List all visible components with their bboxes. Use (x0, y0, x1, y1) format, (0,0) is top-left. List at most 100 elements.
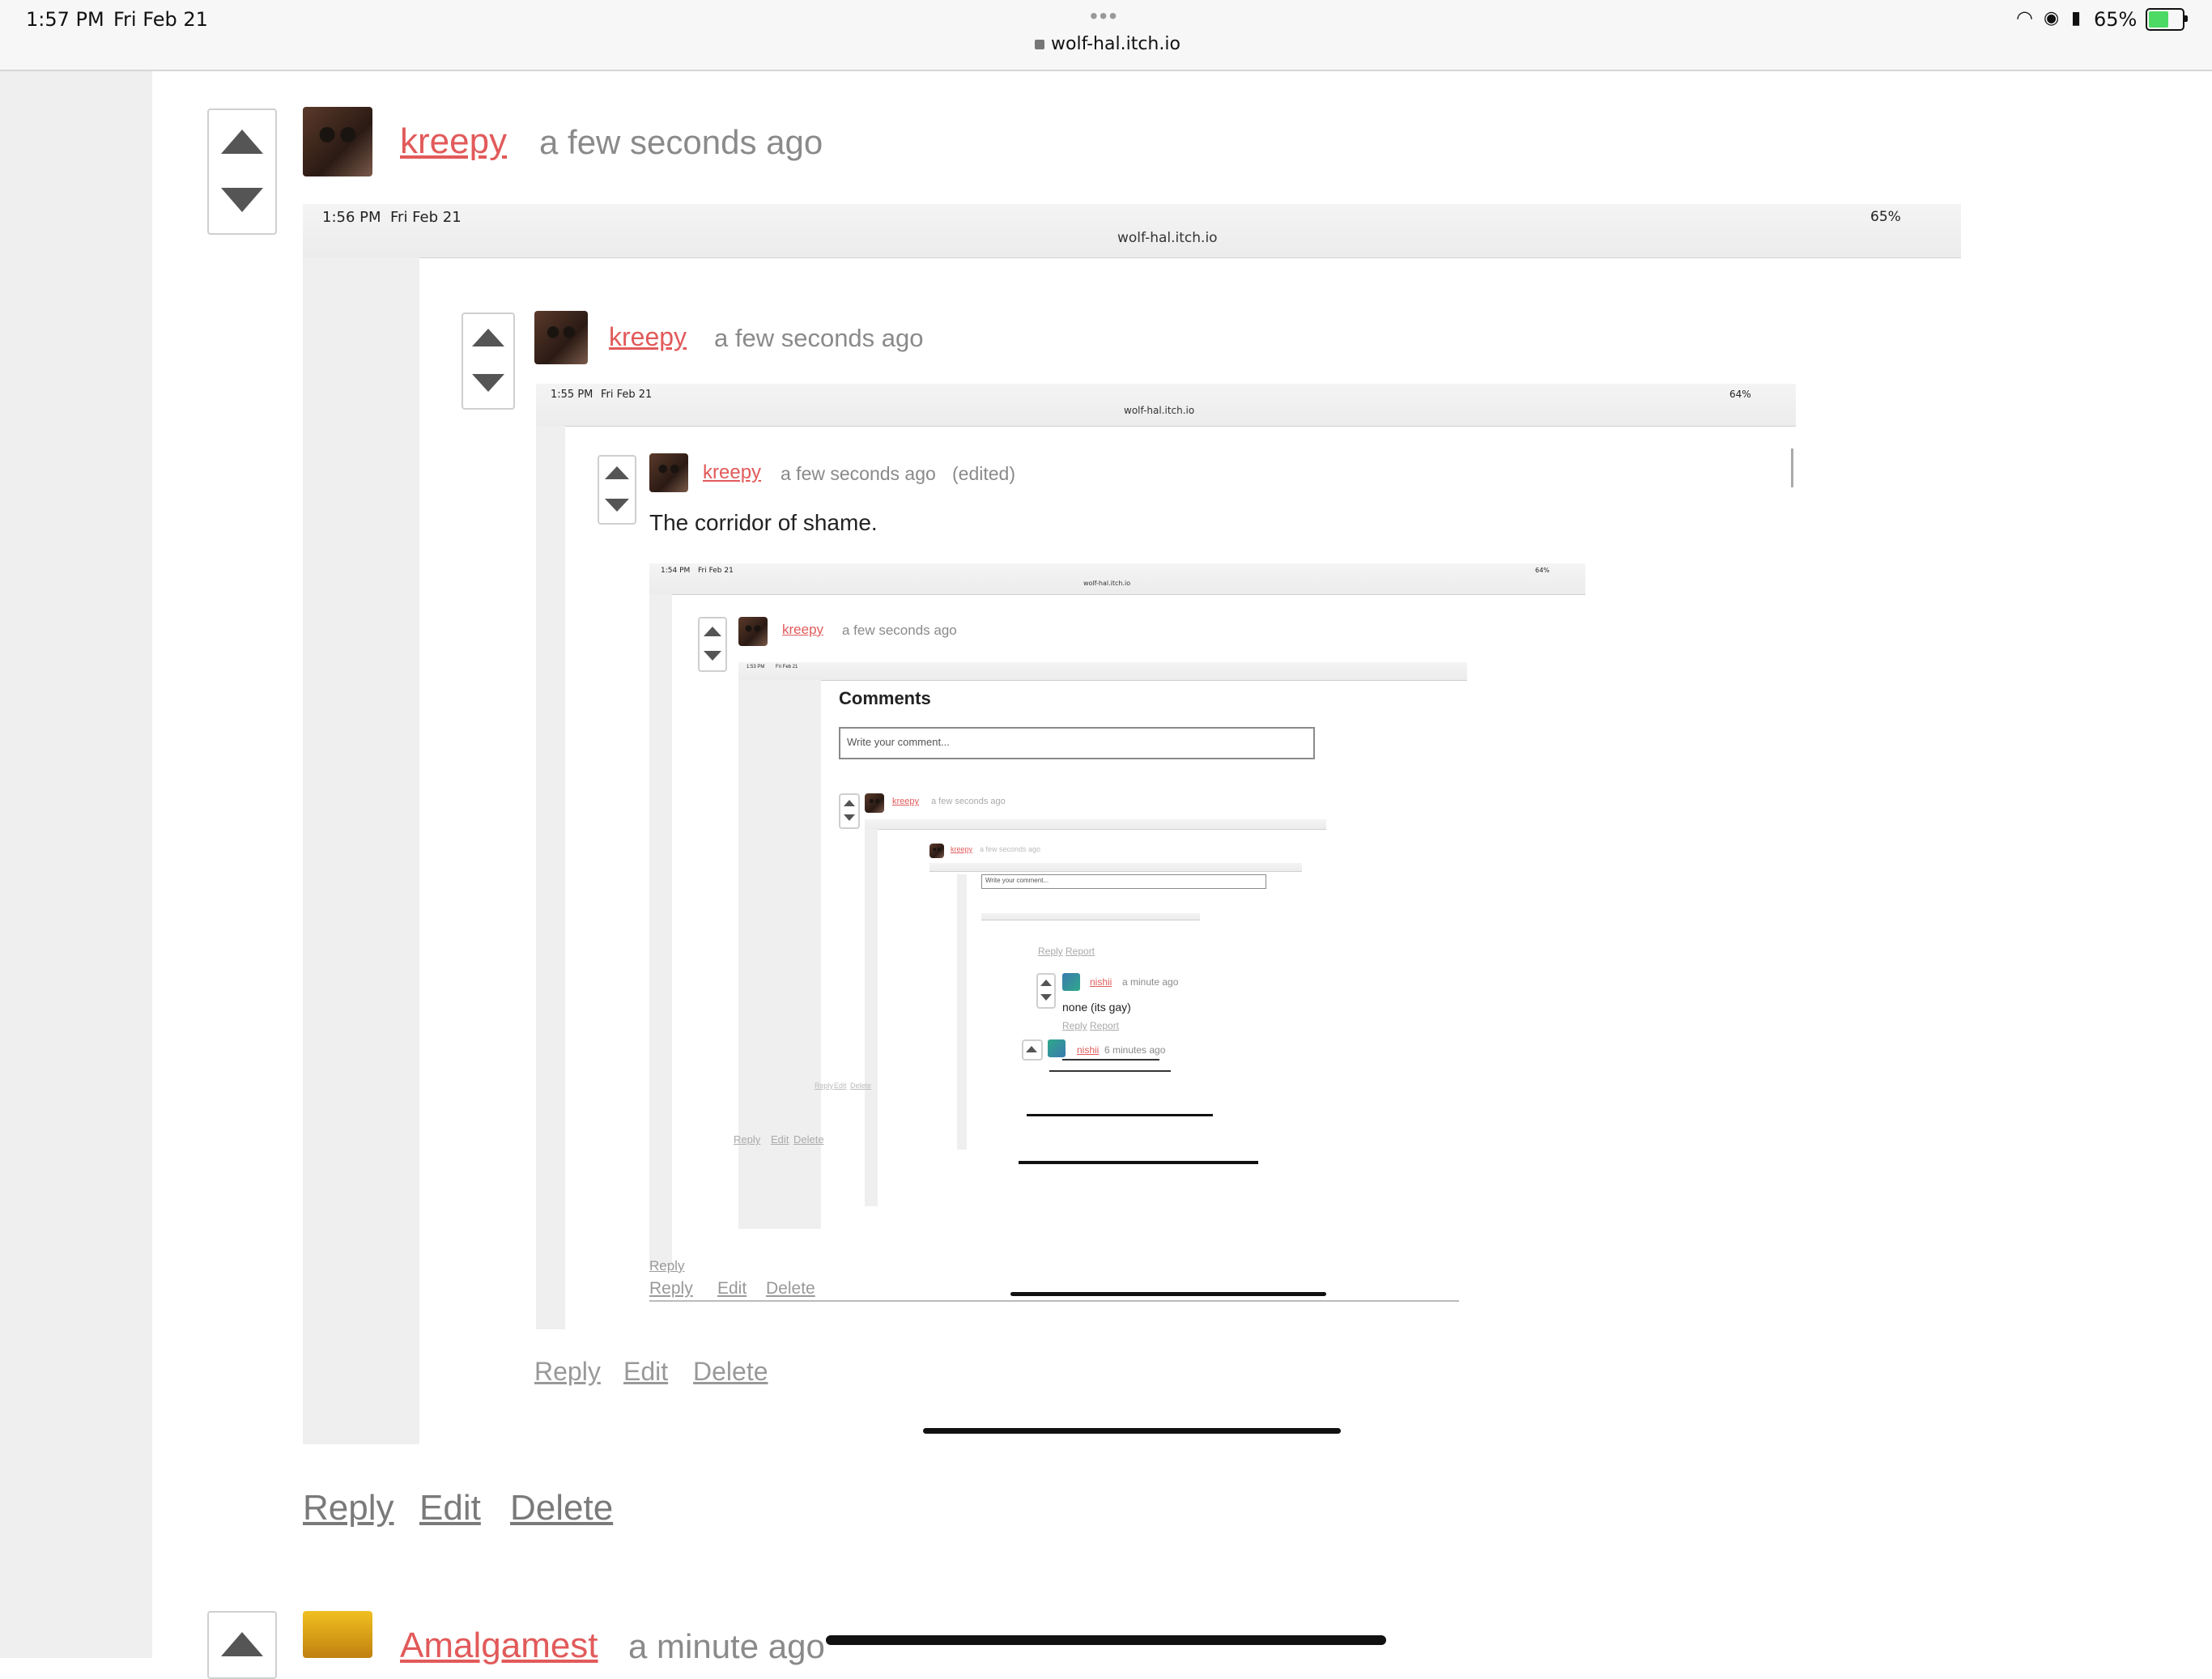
screenshot-time-ago: a few seconds ago (931, 797, 1006, 806)
downvote-icon[interactable] (221, 188, 263, 212)
status-bar: 1:57 PM Fri Feb 21 ••• wolf-hal.itch.io … (0, 0, 2212, 71)
reply-link: Reply (734, 1133, 761, 1146)
screenshot-battery: 64% (1535, 567, 1550, 574)
screenshot-time: 1:55 PM (551, 389, 593, 401)
url-bar[interactable]: wolf-hal.itch.io (1035, 34, 1180, 54)
vote-box (598, 455, 636, 525)
screenshot-battery: 65% (1870, 209, 1901, 225)
divider (649, 1300, 1459, 1302)
screenshot-date: Fri Feb 21 (698, 567, 734, 575)
screenshot-sidebar (536, 426, 565, 1329)
upvote-icon[interactable] (221, 1632, 263, 1656)
reply-link: Reply (815, 1082, 834, 1090)
upvote-icon[interactable] (221, 130, 263, 154)
avatar[interactable] (303, 107, 372, 176)
screenshot-status-bar: 1:55 PM Fri Feb 21 wolf-hal.itch.io 64% (536, 384, 1796, 427)
screenshot-username: kreepy (951, 845, 973, 853)
screenshot-sidebar (649, 594, 672, 1266)
screenshot-time-ago: a few seconds ago (781, 463, 936, 484)
screenshot-status-bar (865, 819, 1326, 830)
home-indicator (1027, 1114, 1213, 1116)
screenshot-username: kreepy (609, 322, 687, 351)
avatar[interactable] (303, 1611, 372, 1658)
avatar (534, 311, 588, 364)
downvote-icon (1040, 994, 1052, 1001)
reply-link: Reply (649, 1258, 685, 1273)
comment-body: none (its gay) (1062, 1001, 1131, 1014)
home-indicator (1019, 1161, 1258, 1164)
edit-link[interactable]: Edit (419, 1488, 481, 1528)
battery-percent: 65% (2094, 8, 2138, 31)
screenshot-time: 1:56 PM (322, 209, 381, 226)
report-link: Report (1090, 1020, 1120, 1031)
screenshot-status-bar: 1:53 PM Fri Feb 21 (738, 662, 1467, 681)
screenshot-sidebar (957, 874, 967, 1150)
comment-body: The corridor of shame. (649, 510, 878, 535)
comment-screenshot-2: 1:55 PM Fri Feb 21 wolf-hal.itch.io 64% … (536, 384, 1796, 1329)
status-lock-icon: ▮ (2071, 8, 2082, 28)
report-link: Report (1066, 946, 1095, 957)
url-text: wolf-hal.itch.io (1051, 34, 1180, 54)
left-sidebar (0, 71, 152, 1658)
wifi-icon: ◠ (2016, 6, 2033, 29)
comment-input: Write your comment... (839, 727, 1315, 759)
vote-box (839, 793, 860, 829)
avatar (649, 453, 688, 492)
edit-link: Edit (623, 1357, 669, 1386)
screenshot-url: wolf-hal.itch.io (1124, 405, 1195, 416)
screenshot-sidebar (303, 257, 419, 1444)
comment-username[interactable]: Amalgamest (400, 1626, 598, 1666)
delete-link[interactable]: Delete (510, 1488, 613, 1528)
screenshot-url: wolf-hal.itch.io (1083, 580, 1131, 587)
screenshot-time-ago: a minute ago (1122, 976, 1179, 988)
screenshot-sidebar (738, 680, 821, 1229)
edit-link: Edit (771, 1133, 789, 1146)
screenshot-time: 1:54 PM (661, 567, 691, 575)
edit-link: Edit (834, 1082, 847, 1090)
reply-link[interactable]: Reply (303, 1488, 394, 1528)
screenshot-username: nishii (1090, 976, 1112, 988)
vote-box (207, 1611, 277, 1679)
screenshot-username: nishii (1077, 1044, 1100, 1056)
reply-link: Reply (1062, 1020, 1087, 1031)
upvote-icon (472, 329, 504, 346)
comment-username[interactable]: kreepy (400, 121, 507, 162)
comment-time: a few seconds ago (539, 123, 823, 161)
upvote-icon (844, 800, 855, 806)
delete-link: Delete (766, 1279, 815, 1298)
comment-input: Write your comment... (981, 874, 1266, 889)
screenshot-username: kreepy (782, 622, 824, 637)
reply-link: Reply (649, 1279, 693, 1298)
browser-menu-dots[interactable]: ••• (1090, 3, 1118, 29)
delete-link: Delete (850, 1082, 872, 1090)
avatar (929, 844, 944, 858)
avatar (1062, 973, 1080, 991)
screenshot-status-bar: 1:54 PM Fri Feb 21 wolf-hal.itch.io 64% (649, 563, 1585, 595)
vote-box (462, 312, 515, 410)
upvote-icon (605, 466, 629, 479)
screenshot-sidebar (865, 829, 878, 1206)
upvote-icon (704, 627, 721, 636)
comment-screenshot-3: 1:54 PM Fri Feb 21 wolf-hal.itch.io 64% … (649, 563, 1585, 1273)
comments-heading: Comments (839, 688, 931, 708)
vote-box (1036, 973, 1056, 1009)
avatar (1048, 1039, 1066, 1057)
avatar (865, 793, 884, 813)
home-indicator (923, 1428, 1341, 1434)
vote-box (698, 617, 727, 672)
status-time: 1:57 PM (26, 8, 104, 31)
comment-time: a minute ago (628, 1627, 825, 1665)
screenshot-username: kreepy (703, 461, 762, 483)
delete-link: Delete (693, 1357, 768, 1386)
home-indicator[interactable] (826, 1635, 1386, 1645)
screenshot-date: Fri Feb 21 (601, 389, 653, 401)
battery-icon (2146, 8, 2188, 31)
screenshot-status-bar: 1:56 PM Fri Feb 21 wolf-hal.itch.io 65% (303, 204, 1961, 258)
screenshot-date: Fri Feb 21 (776, 665, 798, 669)
downvote-icon (704, 651, 721, 661)
screenshot-url: wolf-hal.itch.io (1117, 230, 1218, 246)
scrollbar (1791, 448, 1793, 487)
screenshot-status-bar (929, 863, 1302, 872)
reply-link: Reply (1038, 946, 1063, 957)
comment-screenshot-1: 1:56 PM Fri Feb 21 wolf-hal.itch.io 65% … (303, 204, 1961, 1444)
